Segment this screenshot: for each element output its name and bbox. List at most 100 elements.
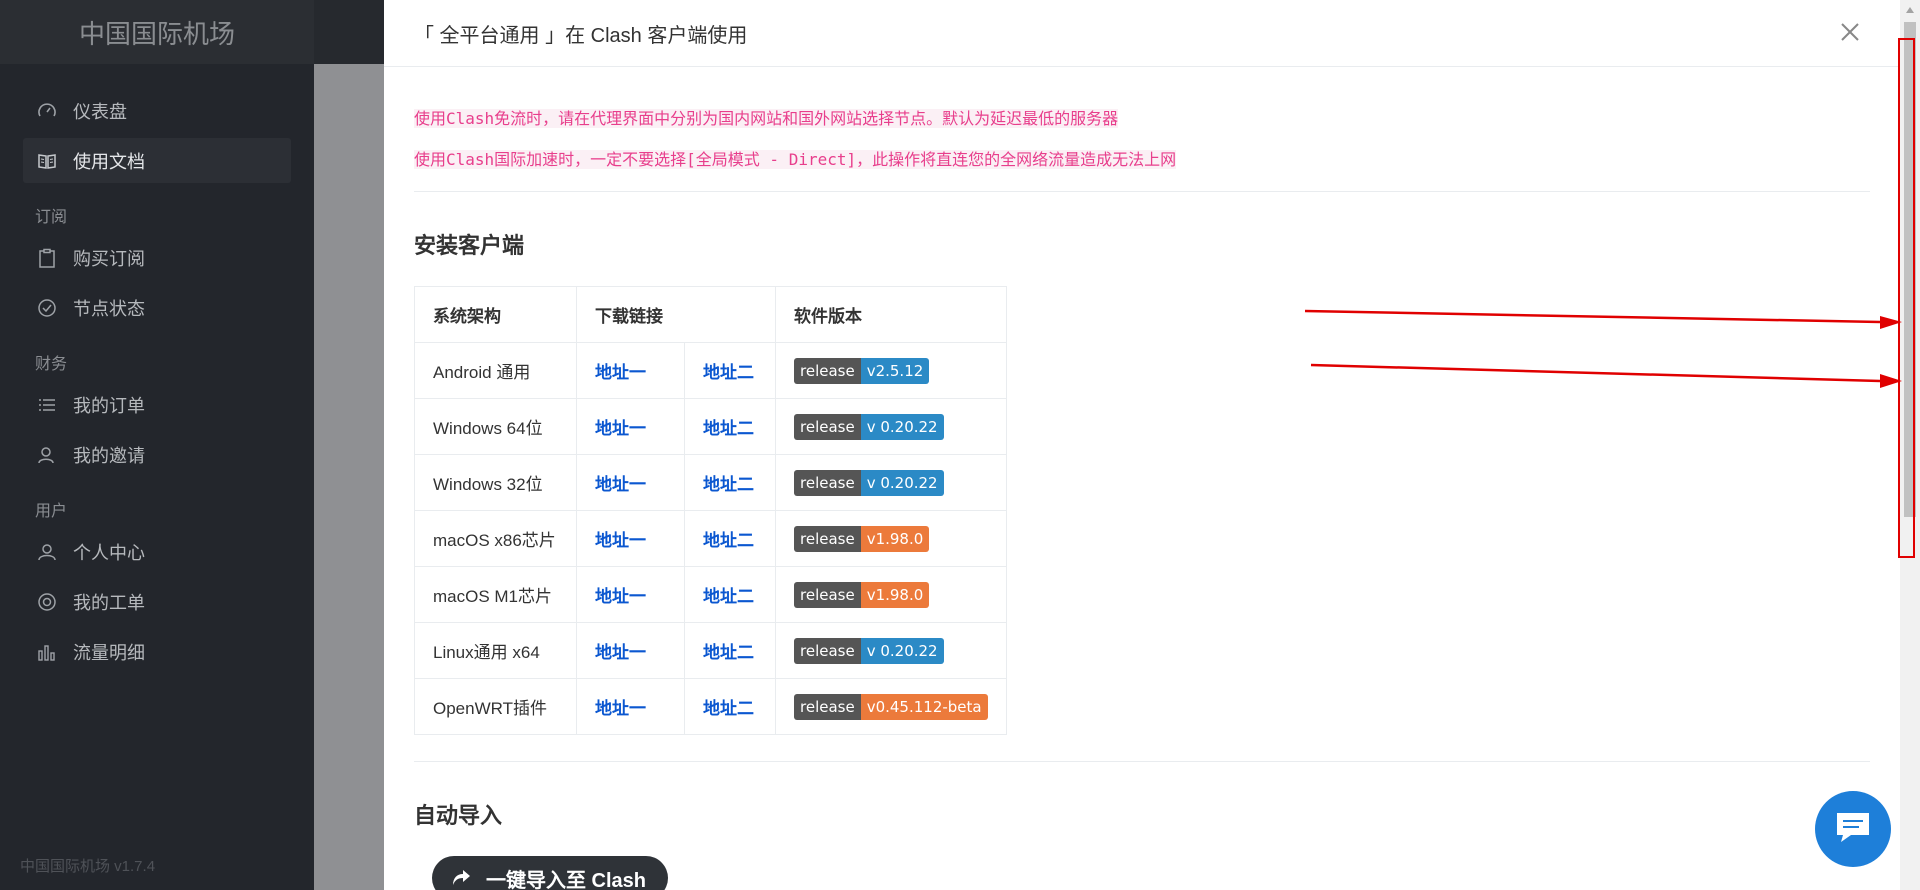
download-link-1[interactable]: 地址一 — [595, 419, 646, 438]
nav-group-finance: 财务 — [35, 356, 68, 373]
share-arrow-icon — [450, 867, 472, 889]
badge-version: v 0.20.22 — [860, 413, 944, 440]
version-cell: release v 0.20.22 — [775, 622, 1007, 679]
link2-cell: 地址二 — [684, 510, 776, 567]
brand-logo[interactable]: 中国国际机场 — [0, 0, 314, 64]
sidebar-item-orders[interactable]: 我的订单 — [23, 382, 291, 427]
download-link-1[interactable]: 地址一 — [595, 363, 646, 382]
arch-cell: Windows 64位 — [414, 398, 577, 455]
download-link-2[interactable]: 地址二 — [703, 531, 754, 550]
sidebar-item-invite[interactable]: 我的邀请 — [23, 432, 291, 477]
arch-cell: Linux通用 x64 — [414, 622, 577, 679]
bar-chart-icon — [36, 641, 58, 663]
link2-cell: 地址二 — [684, 678, 776, 735]
badge-label: release — [794, 637, 861, 664]
download-link-2[interactable]: 地址二 — [703, 419, 754, 438]
chat-support-button[interactable] — [1815, 791, 1891, 867]
badge-version: v 0.20.22 — [860, 637, 944, 664]
modal-title: 「 全平台通用 」在 Clash 客户端使用 — [414, 24, 748, 47]
version-badge[interactable]: release v1.98.0 — [794, 525, 930, 552]
link2-cell: 地址二 — [684, 622, 776, 679]
notice-line: 使用Clash国际加速时，一定不要选择[全局模式 - Direct]，此操作将直… — [414, 150, 1177, 169]
nav-group-subscribe: 订阅 — [35, 209, 68, 226]
version-badge[interactable]: release v1.98.0 — [794, 581, 930, 608]
version-cell: release v1.98.0 — [775, 566, 1007, 623]
download-link-2[interactable]: 地址二 — [703, 363, 754, 382]
app-version: 中国国际机场 v1.7.4 — [20, 858, 156, 875]
header-arch: 系统架构 — [414, 286, 577, 343]
clipboard-icon — [36, 247, 58, 269]
link2-cell: 地址二 — [684, 342, 776, 399]
sidebar-item-label: 流量明细 — [73, 642, 145, 663]
badge-label: release — [794, 693, 861, 720]
link1-cell: 地址一 — [576, 678, 685, 735]
sidebar-item-docs[interactable]: 使用文档 — [23, 138, 291, 183]
version-badge[interactable]: release v0.45.112-beta — [794, 693, 988, 720]
download-link-2[interactable]: 地址二 — [703, 475, 754, 494]
download-table: 系统架构 下载链接 软件版本 Android 通用 地址一 地址二 release v2… — [414, 286, 1007, 735]
badge-label: release — [794, 469, 861, 496]
close-icon[interactable] — [1838, 20, 1862, 44]
sidebar-item-nodes[interactable]: 节点状态 — [23, 285, 291, 330]
modal-body: 使用Clash免流时，请在代理界面中分别为国内网站和国外网站选择节点。默认为延迟… — [384, 109, 1900, 890]
sidebar-item-buy[interactable]: 购买订阅 — [23, 235, 291, 280]
table-row: Windows 32位 地址一 地址二 release v 0.20.22 — [414, 454, 1007, 511]
notice-line: 使用Clash免流时，请在代理界面中分别为国内网站和国外网站选择节点。默认为延迟… — [414, 109, 1119, 128]
sidebar-item-label: 我的订单 — [73, 395, 145, 416]
version-badge[interactable]: release v 0.20.22 — [794, 413, 944, 440]
header-download: 下载链接 — [576, 286, 776, 343]
download-link-1[interactable]: 地址一 — [595, 531, 646, 550]
auto-import-heading: 自动导入 — [414, 803, 503, 828]
modal-header: 「 全平台通用 」在 Clash 客户端使用 — [384, 0, 1900, 67]
import-to-clash-button[interactable]: 一键导入至 Clash — [432, 856, 669, 890]
table-row: Windows 64位 地址一 地址二 release v 0.20.22 — [414, 398, 1007, 455]
version-badge[interactable]: release v 0.20.22 — [794, 469, 944, 496]
divider — [414, 191, 1870, 192]
download-link-1[interactable]: 地址一 — [595, 587, 646, 606]
sidebar-item-label: 仪表盘 — [73, 101, 127, 122]
list-icon — [36, 394, 58, 416]
link1-cell: 地址一 — [576, 566, 685, 623]
link1-cell: 地址一 — [576, 398, 685, 455]
table-header-row: 系统架构 下载链接 软件版本 — [414, 286, 1007, 343]
badge-version: v1.98.0 — [860, 525, 930, 552]
download-link-1[interactable]: 地址一 — [595, 643, 646, 662]
book-icon — [36, 150, 58, 172]
link2-cell: 地址二 — [684, 566, 776, 623]
link2-cell: 地址二 — [684, 454, 776, 511]
version-cell: release v 0.20.22 — [775, 454, 1007, 511]
download-link-2[interactable]: 地址二 — [703, 587, 754, 606]
badge-version: v2.5.12 — [860, 357, 930, 384]
divider — [414, 761, 1870, 762]
sidebar-item-profile[interactable]: 个人中心 — [23, 529, 291, 574]
link1-cell: 地址一 — [576, 342, 685, 399]
version-cell: release v2.5.12 — [775, 342, 1007, 399]
header-version: 软件版本 — [775, 286, 1007, 343]
badge-label: release — [794, 413, 861, 440]
scroll-up-arrow-icon[interactable] — [1900, 0, 1920, 20]
download-link-2[interactable]: 地址二 — [703, 699, 754, 718]
sidebar-nav: 仪表盘 使用文档 订阅 购买订阅 节点状态 财务 我的订单 我的邀请 用户 个人… — [0, 64, 314, 674]
sidebar-item-label: 我的邀请 — [73, 445, 145, 466]
version-cell: release v1.98.0 — [775, 510, 1007, 567]
download-link-1[interactable]: 地址一 — [595, 475, 646, 494]
badge-label: release — [794, 357, 861, 384]
table-row: OpenWRT插件 地址一 地址二 release v0.45.112-beta — [414, 678, 1007, 735]
sidebar-item-tickets[interactable]: 我的工单 — [23, 579, 291, 624]
download-link-1[interactable]: 地址一 — [595, 699, 646, 718]
badge-version: v0.45.112-beta — [860, 693, 988, 720]
sidebar-item-label: 使用文档 — [73, 151, 145, 172]
version-badge[interactable]: release v 0.20.22 — [794, 637, 944, 664]
sidebar-item-label: 个人中心 — [73, 542, 145, 563]
sidebar-item-label: 节点状态 — [73, 298, 145, 319]
version-cell: release v 0.20.22 — [775, 398, 1007, 455]
download-link-2[interactable]: 地址二 — [703, 643, 754, 662]
sidebar-item-traffic[interactable]: 流量明细 — [23, 629, 291, 674]
version-badge[interactable]: release v2.5.12 — [794, 357, 930, 384]
sidebar-item-dashboard[interactable]: 仪表盘 — [23, 88, 291, 133]
header-bar — [314, 0, 384, 64]
link1-cell: 地址一 — [576, 510, 685, 567]
arch-cell: macOS M1芯片 — [414, 566, 577, 623]
link2-cell: 地址二 — [684, 398, 776, 455]
badge-version: v 0.20.22 — [860, 469, 944, 496]
